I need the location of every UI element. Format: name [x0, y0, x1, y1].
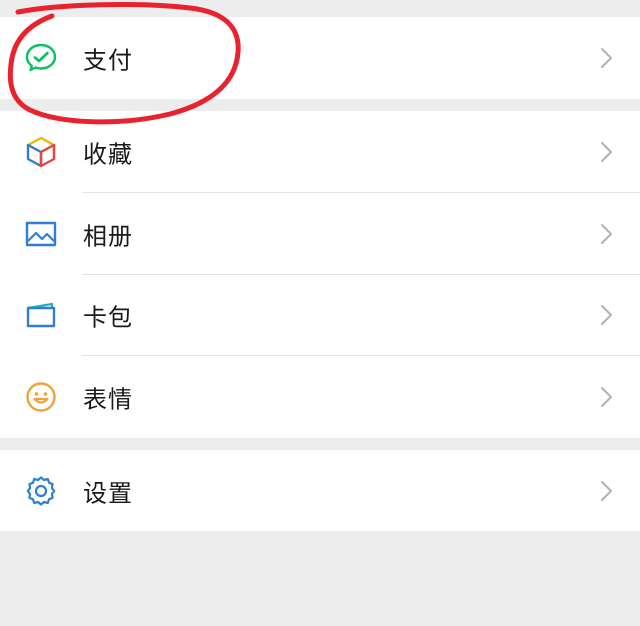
smiley-icon	[24, 380, 58, 414]
chevron-right-icon	[600, 47, 614, 69]
chevron-right-icon	[600, 141, 614, 163]
wechat-pay-icon	[24, 41, 58, 75]
menu-item-album[interactable]: 相册	[0, 193, 640, 275]
chevron-right-icon	[600, 304, 614, 326]
menu-item-settings[interactable]: 设置	[0, 450, 640, 531]
menu-item-favorites[interactable]: 收藏	[0, 111, 640, 193]
photo-album-icon	[24, 217, 58, 251]
menu-item-cards[interactable]: 卡包	[0, 275, 640, 357]
chevron-right-icon	[600, 480, 614, 502]
menu-item-label: 设置	[83, 479, 133, 507]
chevron-right-icon	[600, 223, 614, 245]
menu-item-label: 表情	[83, 385, 133, 414]
menu-item-label: 相册	[83, 222, 133, 251]
card-wallet-icon	[24, 298, 58, 332]
top-strip	[0, 0, 640, 16]
menu-item-stickers[interactable]: 表情	[0, 356, 640, 438]
favorites-cube-icon	[24, 135, 58, 169]
menu-group-pay: 支付	[0, 17, 640, 99]
gear-icon	[24, 474, 58, 508]
menu-item-pay[interactable]: 支付	[0, 17, 640, 99]
menu-group-settings: 设置	[0, 450, 640, 531]
menu-group-personal: 收藏 相册 卡包 表情	[0, 111, 640, 438]
menu-item-label: 卡包	[83, 303, 133, 332]
menu-item-label: 收藏	[83, 140, 133, 169]
chevron-right-icon	[600, 386, 614, 408]
menu-item-label: 支付	[83, 46, 133, 75]
